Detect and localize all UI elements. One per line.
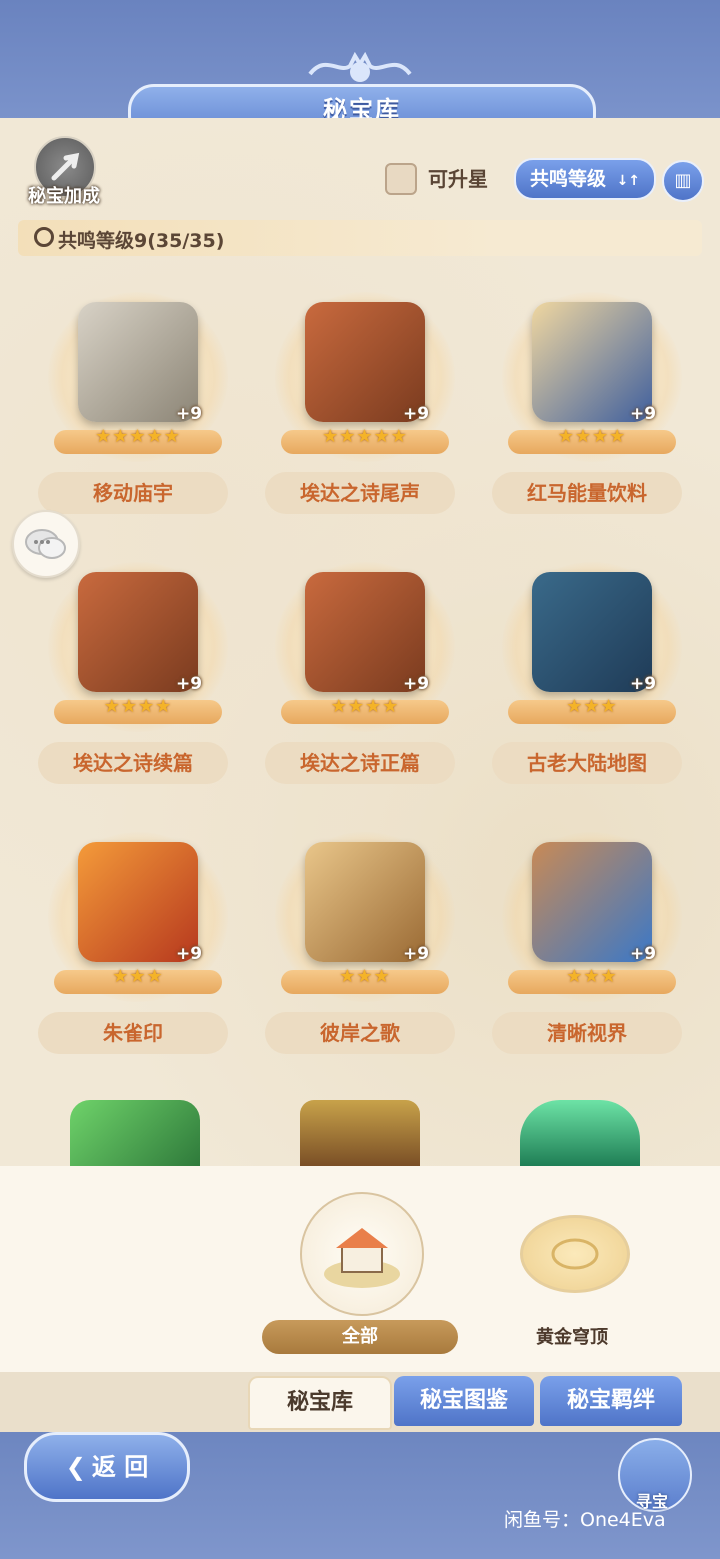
star-rating: ★★★	[566, 696, 618, 717]
treasure-name: 古老大陆地图	[527, 751, 647, 775]
back-label: 返 回	[91, 1453, 149, 1481]
cat-crown-ornament	[308, 51, 412, 82]
golden-dome-icon	[551, 1238, 599, 1270]
sort-arrows-icon: ↓↑	[616, 173, 641, 189]
chat-button[interactable]	[12, 510, 80, 578]
treasure-card[interactable]: ★★★ +9 彼岸之歌	[265, 822, 465, 1054]
treasure-name: 红马能量饮料	[527, 481, 647, 505]
upgrade-level: +9	[630, 944, 657, 964]
star-rating: ★★★★★	[95, 426, 181, 447]
star-rating: ★★★	[112, 966, 164, 987]
sort-label: 共鸣等级	[529, 168, 606, 190]
upgrade-level: +9	[403, 944, 430, 964]
upgrade-level: +9	[176, 404, 203, 424]
island-house-icon	[324, 1228, 400, 1288]
treasure-name: 彼岸之歌	[320, 1021, 400, 1045]
treasure-name: 埃达之诗尾声	[300, 481, 420, 505]
upgrade-level: +9	[403, 674, 430, 694]
star-rating: ★★★	[566, 966, 618, 987]
sort-resonance-button[interactable]: 共鸣等级 ↓↑	[514, 158, 656, 200]
treasure-card[interactable]: ★★★★★ +9 移动庙宇	[38, 282, 238, 514]
partial-item-chest[interactable]	[300, 1100, 420, 1166]
star-rating: ★★★	[339, 966, 391, 987]
partial-item-weapon[interactable]	[70, 1100, 200, 1166]
star-rating: ★★★★	[557, 426, 627, 447]
upgrade-level: +9	[176, 674, 203, 694]
watermark-text: 闲鱼号：One4Eva	[504, 1509, 666, 1531]
treasure-card[interactable]: ★★★★ +9 埃达之诗正篇	[265, 552, 465, 784]
filter-all-label[interactable]: 全部	[262, 1320, 458, 1354]
treasure-card[interactable]: ★★★★ +9 埃达之诗续篇	[38, 552, 238, 784]
treasure-card[interactable]: ★★★ +9 古老大陆地图	[492, 552, 692, 784]
chat-bubbles-icon	[25, 529, 66, 559]
treasure-name: 埃达之诗正篇	[300, 751, 420, 775]
back-button[interactable]: ❮ 返 回	[24, 1432, 190, 1502]
treasure-card[interactable]: ★★★★ +9 红马能量饮料	[492, 282, 692, 514]
tab-treasure-bond[interactable]: 秘宝羁绊	[540, 1376, 682, 1426]
upgrade-level: +9	[176, 944, 203, 964]
partial-item-crystal[interactable]	[520, 1100, 640, 1166]
resonance-level-text: 共鸣等级9(35/35)	[58, 230, 225, 252]
treasure-card[interactable]: ★★★★★ +9 埃达之诗尾声	[265, 282, 465, 514]
upgrade-level: +9	[630, 674, 657, 694]
star-rating: ★★★★	[330, 696, 400, 717]
treasure-name: 移动庙宇	[93, 481, 173, 505]
filter-golden-dome-label[interactable]: 黄金穹顶	[520, 1323, 624, 1349]
filter-all-button[interactable]	[300, 1192, 424, 1316]
resonance-icon	[34, 227, 54, 247]
tab-treasure-codex[interactable]: 秘宝图鉴	[394, 1376, 534, 1426]
treasure-card[interactable]: ★★★ +9 清晰视界	[492, 822, 692, 1054]
star-rating: ★★★★	[103, 696, 173, 717]
upgrade-level: +9	[403, 404, 430, 424]
filter-golden-dome-button[interactable]	[520, 1215, 630, 1293]
tab-treasure-vault[interactable]: 秘宝库	[248, 1376, 392, 1430]
star-rating: ★★★★★	[322, 426, 408, 447]
treasure-boost-label: 秘宝加成	[28, 186, 100, 207]
treasure-name: 埃达之诗续篇	[73, 751, 193, 775]
upgradable-label[interactable]: 可升星	[428, 163, 488, 192]
book-icon: ▥	[674, 170, 692, 191]
back-arrow-icon: ❮	[65, 1453, 86, 1481]
treasure-card[interactable]: ★★★ +9 朱雀印	[38, 822, 238, 1054]
treasure-name: 朱雀印	[103, 1021, 163, 1045]
codex-book-button[interactable]: ▥	[662, 160, 704, 202]
treasure-name: 清晰视界	[547, 1021, 627, 1045]
upgrade-level: +9	[630, 404, 657, 424]
upgradable-checkbox[interactable]	[385, 163, 417, 195]
